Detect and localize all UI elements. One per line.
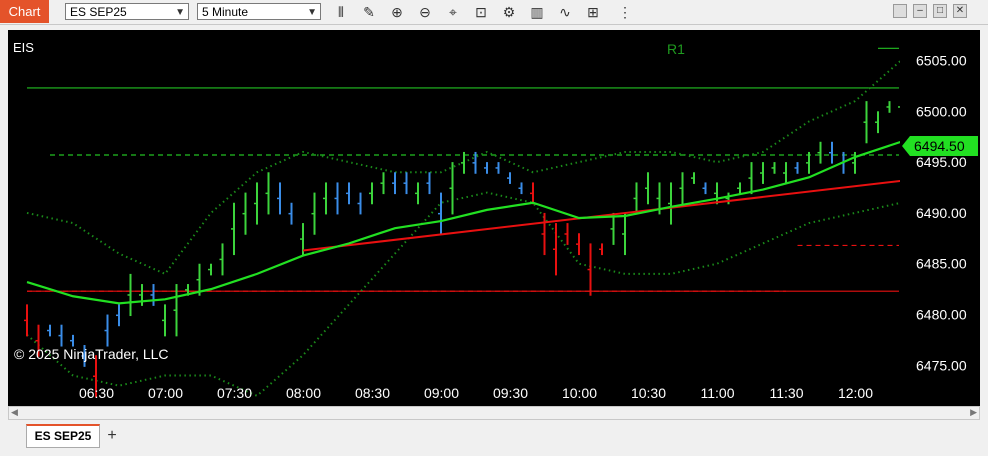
time-tick-label: 07:00: [148, 385, 183, 401]
scroll-right-icon[interactable]: ▶: [970, 407, 977, 418]
menu-icon[interactable]: ⋮: [616, 3, 634, 21]
window-options-icon[interactable]: [893, 4, 907, 18]
templates-icon[interactable]: ⊞: [584, 3, 602, 21]
time-tick-label: 09:30: [493, 385, 528, 401]
bar-type-icon[interactable]: ⫴: [332, 3, 350, 21]
minimize-icon[interactable]: –: [913, 4, 927, 18]
properties-icon[interactable]: ⚙: [500, 3, 518, 21]
price-tick-label: 6485.00: [916, 256, 967, 272]
price-axis-svg: 6505.00 6500.00 6495.00 6490.00 6485.00 6480.…: [902, 52, 978, 373]
maximize-icon[interactable]: □: [933, 4, 947, 18]
current-price-value: 6494.50: [914, 138, 965, 154]
price-axis[interactable]: 6505.00 6500.00 6495.00 6490.00 6485.00 6480.…: [900, 30, 980, 406]
scroll-left-icon[interactable]: ◀: [11, 407, 18, 418]
zoom-in-icon[interactable]: ⊕: [388, 3, 406, 21]
pivot-label: R1: [667, 41, 685, 57]
window-title: Chart: [0, 0, 49, 23]
chevron-down-icon: ▼: [307, 7, 317, 18]
strategies-icon[interactable]: ▥: [528, 3, 546, 21]
interval-value: 5 Minute: [202, 5, 249, 19]
tab-bar: ES SEP25 +: [0, 424, 988, 456]
zoom-out-icon[interactable]: ⊖: [416, 3, 434, 21]
time-tick-label: 10:00: [562, 385, 597, 401]
indicators-icon[interactable]: ∿: [556, 3, 574, 21]
chevron-down-icon: ▼: [175, 7, 185, 18]
close-icon[interactable]: ✕: [953, 4, 967, 18]
time-tick-label: 12:00: [838, 385, 873, 401]
instrument-label: EIS: [13, 40, 34, 55]
tab-es-sep25[interactable]: ES SEP25: [26, 424, 100, 448]
draw-pencil-icon[interactable]: ✎: [360, 3, 378, 21]
time-tick-label: 09:00: [424, 385, 459, 401]
add-tab-icon[interactable]: +: [102, 426, 122, 446]
copyright-text: © 2025 NinjaTrader, LLC: [14, 346, 169, 362]
data-box-icon[interactable]: ⊡: [472, 3, 490, 21]
chart-panel[interactable]: 06:30 07:00 07:30 08:00 08:30 09:00 09:30 10:00…: [8, 30, 988, 406]
horizontal-scrollbar[interactable]: ◀ ▶: [8, 406, 980, 420]
crosshair-icon[interactable]: ⌖: [444, 3, 462, 21]
price-tick-label: 6480.00: [916, 307, 967, 323]
time-tick-label: 07:30: [217, 385, 252, 401]
price-tick-label: 6505.00: [916, 52, 967, 68]
price-chart[interactable]: 06:30 07:00 07:30 08:00 08:30 09:00 09:30 10:00…: [8, 30, 988, 406]
time-tick-label: 08:00: [286, 385, 321, 401]
instrument-selector[interactable]: ES SEP25 ▼: [65, 3, 189, 20]
price-tick-label: 6495.00: [916, 154, 967, 170]
time-tick-label: 11:00: [701, 385, 735, 401]
chart-toolbar: Chart ES SEP25 ▼ 5 Minute ▼ ⫴ ✎ ⊕ ⊖ ⌖ ⊡ …: [0, 0, 988, 25]
time-tick-label: 08:30: [355, 385, 390, 401]
time-tick-label: 06:30: [79, 385, 114, 401]
price-tick-label: 6500.00: [916, 103, 967, 119]
interval-selector[interactable]: 5 Minute ▼: [197, 3, 321, 20]
price-tick-label: 6490.00: [916, 205, 967, 221]
lower-band-line: [26, 183, 988, 398]
instrument-value: ES SEP25: [70, 5, 127, 19]
time-tick-label: 11:30: [770, 385, 804, 401]
time-tick-label: 10:30: [631, 385, 666, 401]
trend-line: [302, 169, 988, 252]
price-tick-label: 6475.00: [916, 357, 967, 373]
